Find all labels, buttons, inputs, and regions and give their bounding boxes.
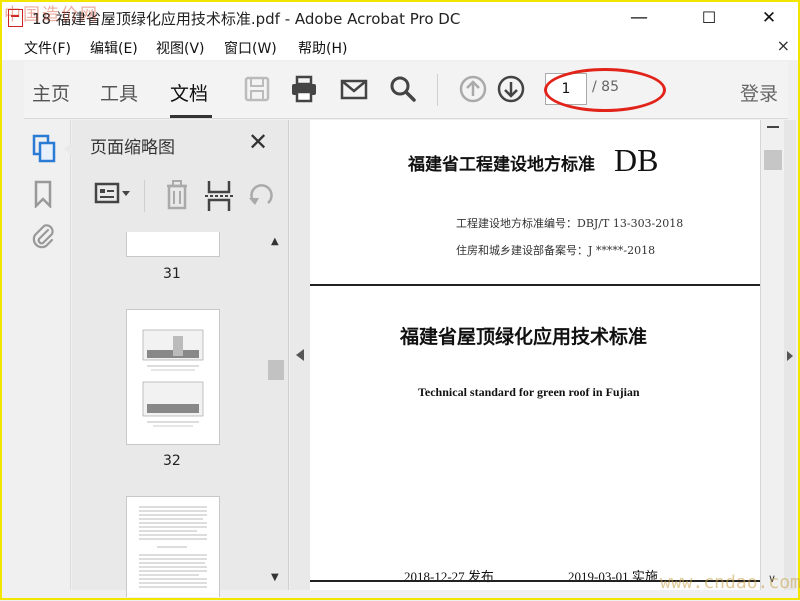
menu-bar: 文件(F) 编辑(E) 视图(V) 窗口(W) 帮助(H) × [2, 32, 798, 60]
page-thumbnail-33[interactable] [126, 496, 220, 597]
page-thumbnail-32[interactable] [126, 309, 220, 445]
watermark-top: 中国造价网 [4, 5, 99, 25]
doc-rule-top [310, 284, 760, 286]
thumbnail-options-icon[interactable] [92, 178, 134, 214]
right-pane-handle[interactable] [784, 120, 796, 590]
panel-close-button[interactable]: ✕ [248, 128, 268, 156]
collapse-left-icon[interactable] [295, 348, 305, 362]
menu-view[interactable]: 视图(V) [156, 38, 205, 58]
close-button[interactable]: ✕ [746, 4, 792, 32]
doc-release-date: 2018-12-27 发布 [404, 569, 494, 584]
doc-title: 福建省屋顶绿化应用技术标准 [400, 326, 648, 348]
email-icon[interactable] [339, 74, 369, 104]
thumbnail-33-text-lines [139, 506, 207, 588]
panel-collapse-handle[interactable] [290, 120, 310, 590]
thumbnail-32-drawing [142, 329, 204, 427]
rotate-icon[interactable] [246, 178, 276, 214]
minimize-button[interactable]: — [616, 4, 662, 32]
scroll-down-icon[interactable]: ▼ [271, 572, 279, 583]
document-page: 福建省工程建设地方标准 DB 工程建设地方标准编号：DBJ/T 13-303-2… [310, 120, 760, 590]
doc-record-number: 住房和城乡建设部备案号：J *****-2018 [456, 244, 656, 257]
search-icon[interactable] [388, 74, 418, 104]
delete-icon[interactable] [162, 178, 192, 214]
split-page-icon[interactable] [204, 178, 234, 214]
tab-tools[interactable]: 工具 [100, 79, 138, 106]
doc-standard-number: 工程建设地方标准编号：DBJ/T 13-303-2018 [456, 217, 684, 230]
menu-window[interactable]: 窗口(W) [224, 38, 277, 58]
panel-title: 页面缩略图 [90, 138, 175, 158]
doc-db-mark: DB [614, 142, 659, 178]
toolbar: 主页 工具 文档 1 / 85 登录 [24, 62, 788, 119]
toolbar-separator [437, 74, 438, 106]
attachment-icon[interactable] [30, 222, 56, 250]
print-icon[interactable] [289, 74, 319, 104]
panel-scroll-thumb[interactable] [268, 360, 284, 380]
bookmark-icon[interactable] [33, 180, 53, 208]
menu-file[interactable]: 文件(F) [24, 38, 71, 58]
active-tab-indicator [170, 115, 212, 118]
previous-page-icon[interactable] [458, 74, 488, 104]
close-document-button[interactable]: × [777, 36, 790, 55]
thumbnails-panel: 页面缩略图 ✕ 31 32 ▲ ▼ [72, 120, 289, 597]
doc-standard-header: 福建省工程建设地方标准 [408, 155, 595, 175]
panel-separator [144, 180, 145, 212]
page-thumbnail-31[interactable] [126, 232, 220, 257]
title-bar: 18 福建省屋顶绿化应用技术标准.pdf - Adobe Acrobat Pro… [2, 2, 798, 32]
scroll-up-icon[interactable]: ▲ [271, 236, 279, 247]
scroll-top-mark [767, 126, 779, 132]
doc-english-title: Technical standard for green roof in Fuj… [418, 385, 640, 399]
watermark-bottom: www.cndao.com [660, 572, 800, 593]
document-scroll-thumb[interactable] [764, 150, 782, 170]
tab-document[interactable]: 文档 [170, 79, 208, 106]
annotation-highlight-oval [544, 68, 666, 112]
document-scrollbar[interactable]: ∨ [760, 120, 785, 590]
tab-home[interactable]: 主页 [32, 79, 70, 106]
menu-edit[interactable]: 编辑(E) [90, 38, 138, 58]
menu-help[interactable]: 帮助(H) [298, 38, 347, 58]
doc-implement-date: 2019-03-01 实施 [568, 569, 658, 584]
save-icon[interactable] [242, 74, 272, 104]
navigation-strip [24, 120, 72, 590]
thumbnail-label-31: 31 [163, 266, 181, 282]
maximize-button[interactable]: ☐ [686, 4, 732, 32]
thumbnail-label-32: 32 [163, 453, 181, 469]
active-panel-pointer [64, 142, 72, 156]
login-link[interactable]: 登录 [740, 79, 778, 106]
page-thumbnails-icon[interactable] [31, 134, 57, 164]
expand-right-icon[interactable] [786, 350, 794, 362]
next-page-icon[interactable] [496, 74, 526, 104]
panel-scrollbar[interactable]: ▲ ▼ [266, 232, 286, 590]
